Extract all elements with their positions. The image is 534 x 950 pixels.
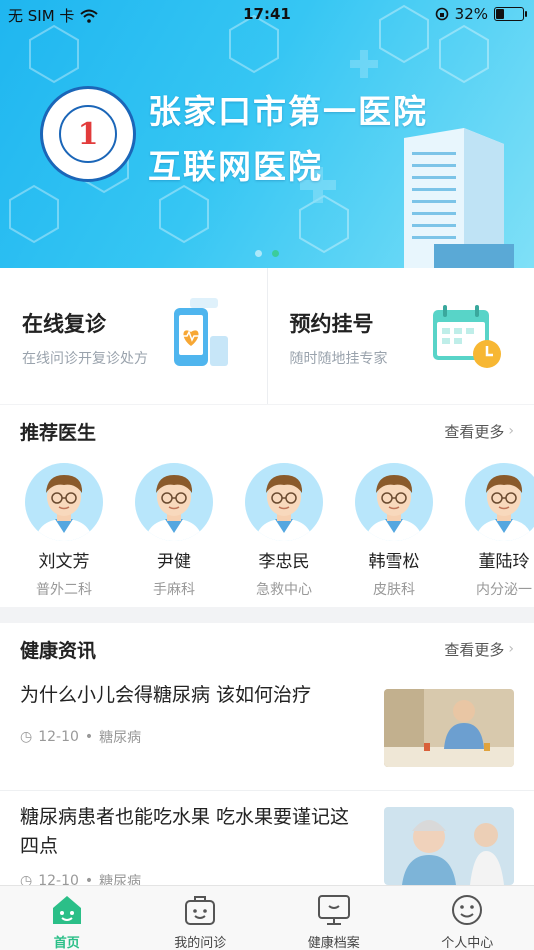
news-date: 12-10 bbox=[38, 873, 79, 885]
carousel-dot[interactable] bbox=[272, 250, 279, 257]
doctor-dept: 手麻科 bbox=[153, 582, 195, 598]
tab-bag[interactable]: 我的问诊 bbox=[134, 886, 268, 950]
battery-level bbox=[496, 9, 505, 19]
news-tag: 糖尿病 bbox=[99, 730, 142, 746]
doctor-dept: 普外二科 bbox=[36, 582, 92, 598]
clock-icon: ◷ bbox=[20, 873, 33, 885]
bottom-tab-bar: 首页 我的问诊 健康档案 个人中心 bbox=[0, 885, 534, 950]
tab-label: 个人中心 bbox=[441, 936, 494, 950]
hospital-logo: 1 bbox=[40, 86, 136, 182]
monitor-icon bbox=[267, 892, 401, 928]
doctor-card[interactable]: 韩雪松 皮肤科 bbox=[344, 463, 444, 599]
calendar-clock-icon bbox=[432, 305, 501, 368]
tab-smiley[interactable]: 个人中心 bbox=[401, 886, 534, 950]
banner-title: 张家口市第一医院 互联网医院 bbox=[148, 84, 428, 194]
appointment-card[interactable]: 预约挂号 随时随地挂专家 bbox=[266, 268, 534, 404]
doctor-card[interactable]: 刘文芳 普外二科 bbox=[14, 463, 114, 599]
doctor-list: 刘文芳 普外二科 尹健 手麻科 李忠民 急救中心 韩雪松 皮肤科 董陆玲 内分泌 bbox=[0, 457, 534, 613]
doctor-dept: 内分泌一 bbox=[476, 582, 532, 598]
bag-icon bbox=[134, 892, 268, 928]
battery-icon bbox=[494, 7, 527, 21]
doctor-avatar bbox=[355, 463, 433, 541]
clock-icon: ◷ bbox=[20, 729, 33, 745]
news-headline: 糖尿病患者也能吃水果 吃水果要谨记这四点 bbox=[20, 806, 350, 857]
home-icon bbox=[0, 892, 134, 928]
status-bar: 无 SIM 卡 17:41 32% bbox=[0, 0, 534, 28]
doctor-name: 李忠民 bbox=[258, 552, 310, 572]
section-title: 推荐医生 bbox=[20, 421, 97, 444]
doctor-name: 刘文芳 bbox=[38, 552, 90, 572]
chevron-right-icon: › bbox=[508, 641, 514, 657]
banner-line-2: 互联网医院 bbox=[148, 147, 323, 186]
more-label: 查看更多 bbox=[444, 422, 505, 441]
section-title: 健康资讯 bbox=[20, 639, 97, 662]
news-thumbnail bbox=[384, 689, 514, 767]
tab-label: 健康档案 bbox=[307, 936, 360, 950]
dot-separator: • bbox=[84, 729, 94, 745]
carousel-dot[interactable] bbox=[255, 250, 262, 257]
news-item[interactable]: 为什么小儿会得糖尿病 该如何治疗 ◷ 12-10 • 糖尿病 bbox=[0, 675, 534, 791]
health-news: 健康资讯 查看更多 › 为什么小儿会得糖尿病 该如何治疗 ◷ 12-10 • 糖… bbox=[0, 623, 534, 885]
tab-monitor[interactable]: 健康档案 bbox=[267, 886, 401, 950]
doctor-avatar bbox=[465, 463, 534, 541]
news-date: 12-10 bbox=[38, 729, 79, 745]
phone-heart-icon bbox=[174, 298, 228, 366]
banner-line-1: 张家口市第一医院 bbox=[148, 92, 428, 131]
news-item[interactable]: 糖尿病患者也能吃水果 吃水果要谨记这四点 ◷ 12-10 • 糖尿病 bbox=[0, 791, 534, 885]
carousel-dots[interactable] bbox=[0, 250, 534, 257]
doctors-more-link[interactable]: 查看更多 › bbox=[444, 421, 514, 442]
doctor-card[interactable]: 董陆玲 内分泌一 bbox=[454, 463, 534, 599]
doctor-avatar bbox=[25, 463, 103, 541]
doctor-dept: 皮肤科 bbox=[373, 582, 415, 598]
news-meta: ◷ 12-10 • 糖尿病 bbox=[20, 727, 141, 747]
news-meta: ◷ 12-10 • 糖尿病 bbox=[20, 871, 141, 885]
doctor-name: 董陆玲 bbox=[478, 552, 530, 572]
doctor-card[interactable]: 李忠民 急救中心 bbox=[234, 463, 334, 599]
battery-percent: 32% bbox=[454, 5, 488, 23]
doctor-avatar bbox=[245, 463, 323, 541]
news-headline: 为什么小儿会得糖尿病 该如何治疗 bbox=[20, 684, 312, 706]
dot-separator: • bbox=[84, 873, 94, 885]
news-thumbnail bbox=[384, 807, 514, 885]
doctor-dept: 急救中心 bbox=[256, 582, 312, 598]
tab-label: 首页 bbox=[53, 936, 80, 950]
hospital-building-illustration bbox=[404, 128, 514, 268]
service-cards: 在线复诊 在线问诊开复诊处方 预约挂号 随时随地挂专家 bbox=[0, 268, 534, 404]
more-label: 查看更多 bbox=[444, 640, 505, 659]
rotation-lock-icon bbox=[435, 7, 448, 21]
tab-home[interactable]: 首页 bbox=[0, 886, 134, 950]
doctor-name: 韩雪松 bbox=[368, 552, 420, 572]
news-tag: 糖尿病 bbox=[99, 874, 142, 885]
smiley-icon bbox=[401, 892, 534, 928]
doctor-card[interactable]: 尹健 手麻科 bbox=[124, 463, 224, 599]
news-more-link[interactable]: 查看更多 › bbox=[444, 639, 514, 660]
recommended-doctors: 推荐医生 查看更多 › 刘文芳 普外二科 尹健 手麻科 李忠民 急救中心 韩雪松… bbox=[0, 405, 534, 607]
chevron-right-icon: › bbox=[508, 423, 514, 439]
doctor-avatar bbox=[135, 463, 213, 541]
online-revisit-card[interactable]: 在线复诊 在线问诊开复诊处方 bbox=[0, 268, 267, 404]
tab-label: 我的问诊 bbox=[174, 936, 227, 950]
doctor-name: 尹健 bbox=[157, 552, 191, 572]
hospital-banner[interactable]: 无 SIM 卡 17:41 32% 1 张家口市第一医院 互联网医院 bbox=[0, 0, 534, 268]
